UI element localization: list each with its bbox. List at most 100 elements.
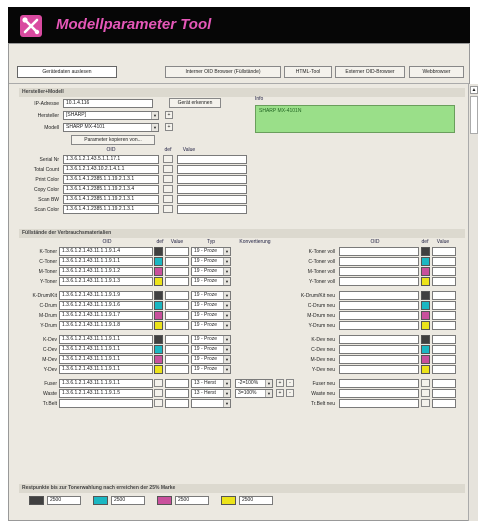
fill-row-oid-input[interactable]: 1.3.6.1.2.1.43.11.1.1.9.1.2 xyxy=(59,267,153,276)
model-add-button[interactable]: + xyxy=(165,123,173,131)
right-row-value-field xyxy=(432,389,456,398)
ip-input[interactable]: 10.1.4.116 xyxy=(63,99,153,108)
right-row-default-button[interactable] xyxy=(421,389,430,397)
vertical-scrollbar[interactable]: ▲ xyxy=(468,84,478,521)
oid-row-input[interactable]: 1.3.6.1.4.1.2385.1.1.19.2.1.3.4 xyxy=(63,185,159,194)
oid-row-input[interactable]: 1.3.6.1.4.1.2385.1.1.19.2.1.3.1 xyxy=(63,175,159,184)
oid-row-default-button[interactable] xyxy=(163,185,173,193)
rest-value-input[interactable]: 2500 xyxy=(47,496,81,505)
right-row-oid-input[interactable] xyxy=(339,335,419,344)
right-row-default-button[interactable] xyxy=(421,399,430,407)
right-row-oid-input[interactable] xyxy=(339,399,419,408)
model-select[interactable]: SHARP MX-4101 ▼ xyxy=(63,123,159,132)
fill-row-oid-input[interactable]: 1.3.6.1.2.1.43.11.1.1.9.1.5 xyxy=(59,389,153,398)
fill-row-typ-select[interactable]: 19 - Proze ▼ xyxy=(191,247,231,256)
rest-value-input[interactable]: 2500 xyxy=(175,496,209,505)
fill-row-typ-select[interactable]: 19 - Proze ▼ xyxy=(191,257,231,266)
oid-row-default-button[interactable] xyxy=(163,205,173,213)
fill-row-typ-select[interactable]: 13 - Herst ▼ xyxy=(191,379,231,388)
tab-html-tool[interactable]: HTML-Tool xyxy=(284,66,332,78)
fill-row-typ-select[interactable]: 19 - Proze ▼ xyxy=(191,321,231,330)
right-row-label: Y-Drum neu xyxy=(308,323,336,329)
fill-row-typ-select[interactable]: 19 - Proze ▼ xyxy=(191,345,231,354)
manufacturer-add-button[interactable]: + xyxy=(165,111,173,119)
right-row-label: Tr.Belt neu xyxy=(311,401,335,407)
tab-interner-oid-browser[interactable]: Interner OID Browser (Füllstände) xyxy=(165,66,281,78)
rest-value-input[interactable]: 2500 xyxy=(111,496,145,505)
oid-row-default-button[interactable] xyxy=(163,175,173,183)
fill-row-oid-input[interactable]: 1.3.6.1.2.1.43.11.1.1.9.1.1 xyxy=(59,365,153,374)
right-row-oid-input[interactable] xyxy=(339,389,419,398)
oid-row-input[interactable]: 1.3.6.1.4.1.2385.1.1.19.2.1.3.1 xyxy=(63,205,159,214)
right-row-value-field xyxy=(432,321,456,330)
fill-row-oid-input[interactable]: 1.3.6.1.2.1.43.11.1.1.9.1.3 xyxy=(59,277,153,286)
fill-row-typ-select[interactable]: 19 - Proze ▼ xyxy=(191,291,231,300)
fill-row-label: M-Dev xyxy=(42,357,57,363)
tab-webbrowser[interactable]: Webbrowser xyxy=(409,66,464,78)
oid-row-input[interactable]: 1.3.6.1.2.1.43.5.1.1.17.1 xyxy=(63,155,159,164)
fill-row-oid-input[interactable]: 1.3.6.1.2.1.43.11.1.1.9.1.6 xyxy=(59,301,153,310)
fill-row-typ-select[interactable]: ▼ xyxy=(191,399,231,408)
right-row-oid-input[interactable] xyxy=(339,311,419,320)
right-row-oid-input[interactable] xyxy=(339,379,419,388)
fill-row-typ-select[interactable]: 19 - Proze ▼ xyxy=(191,355,231,364)
right-row-value-field xyxy=(432,365,456,374)
fill-row-default-button[interactable] xyxy=(154,399,163,407)
scroll-up-icon[interactable]: ▲ xyxy=(470,86,478,94)
copy-parameters-button[interactable]: Parameter kopieren von... xyxy=(71,135,155,145)
right-row-oid-input[interactable] xyxy=(339,345,419,354)
right-row-oid-input[interactable] xyxy=(339,257,419,266)
fill-row-value-field xyxy=(165,345,189,354)
konv-add-button[interactable]: + xyxy=(276,379,284,387)
fill-row-konv-select[interactable]: 3=100% ▼ xyxy=(235,389,273,398)
fill-row-oid-input[interactable]: 1.3.6.1.2.1.43.11.1.1.9.1.1 xyxy=(59,379,153,388)
fill-row-typ-select[interactable]: 19 - Proze ▼ xyxy=(191,311,231,320)
right-row-oid-input[interactable] xyxy=(339,365,419,374)
oid-row-default-button[interactable] xyxy=(163,155,173,163)
fill-row-oid-input[interactable]: 1.3.6.1.2.1.43.11.1.1.9.1.4 xyxy=(59,247,153,256)
konv-add-button[interactable]: + xyxy=(276,389,284,397)
fill-row-oid-input[interactable]: 1.3.6.1.2.1.43.11.1.1.9.1.1 xyxy=(59,345,153,354)
fill-row-oid-input[interactable]: 1.3.6.1.2.1.43.11.1.1.9.1.1 xyxy=(59,257,153,266)
fill-row-value-field xyxy=(165,301,189,310)
right-row-oid-input[interactable] xyxy=(339,321,419,330)
fill-row-typ-select[interactable]: 19 - Proze ▼ xyxy=(191,301,231,310)
fill-typ-header: Typ xyxy=(206,239,216,245)
fill-row-oid-input[interactable]: 1.3.6.1.2.1.43.11.1.1.9.1.1 xyxy=(59,355,153,364)
tab-externer-oid-browser[interactable]: Externer OID-Browser xyxy=(335,66,405,78)
right-row-oid-input[interactable] xyxy=(339,247,419,256)
manufacturer-select[interactable]: [SHARP] ▼ xyxy=(63,111,159,120)
fill-row-oid-input[interactable]: 1.3.6.1.2.1.43.11.1.1.9.1.8 xyxy=(59,321,153,330)
right-row-oid-input[interactable] xyxy=(339,277,419,286)
typ-value: 19 - Proze xyxy=(194,302,218,308)
right-value-header: Value xyxy=(436,239,450,245)
right-row-value-field xyxy=(432,335,456,344)
tab-geraetedaten[interactable]: Gerätedaten auslesen xyxy=(17,66,117,78)
oid-row-default-button[interactable] xyxy=(163,195,173,203)
scroll-thumb[interactable] xyxy=(470,96,478,134)
right-row-oid-input[interactable] xyxy=(339,267,419,276)
oid-row-label: Scan BW xyxy=(38,197,59,203)
right-row-default-button[interactable] xyxy=(421,379,430,387)
fill-row-oid-input[interactable]: 1.3.6.1.2.1.43.11.1.1.9.1.9 xyxy=(59,291,153,300)
oid-row-input[interactable]: 1.3.6.1.2.1.43.10.2.1.4.1.1 xyxy=(63,165,159,174)
oid-row-input[interactable]: 1.3.6.1.4.1.2385.1.1.19.2.1.3.1 xyxy=(63,195,159,204)
fill-row-default-button[interactable] xyxy=(154,379,163,387)
detect-device-button[interactable]: Gerät erkennen xyxy=(169,98,221,108)
section-restpunkte: Restpunkte bis zur Tonerwahlung nach err… xyxy=(19,484,465,493)
right-row-oid-input[interactable] xyxy=(339,301,419,310)
fill-row-oid-input[interactable]: 1.3.6.1.2.1.43.11.1.1.9.1.7 xyxy=(59,311,153,320)
fill-row-default-button[interactable] xyxy=(154,389,163,397)
oid-row-default-button[interactable] xyxy=(163,165,173,173)
fill-row-oid-input[interactable] xyxy=(59,399,153,408)
fill-row-konv-select[interactable]: -2=100% ▼ xyxy=(235,379,273,388)
rest-value-input[interactable]: 2500 xyxy=(239,496,273,505)
right-row-oid-input[interactable] xyxy=(339,291,419,300)
fill-row-typ-select[interactable]: 19 - Proze ▼ xyxy=(191,365,231,374)
fill-row-typ-select[interactable]: 19 - Proze ▼ xyxy=(191,277,231,286)
fill-row-typ-select[interactable]: 19 - Proze ▼ xyxy=(191,335,231,344)
fill-row-typ-select[interactable]: 19 - Proze ▼ xyxy=(191,267,231,276)
right-row-oid-input[interactable] xyxy=(339,355,419,364)
fill-row-typ-select[interactable]: 13 - Herst ▼ xyxy=(191,389,231,398)
fill-row-oid-input[interactable]: 1.3.6.1.2.1.43.11.1.1.9.1.1 xyxy=(59,335,153,344)
